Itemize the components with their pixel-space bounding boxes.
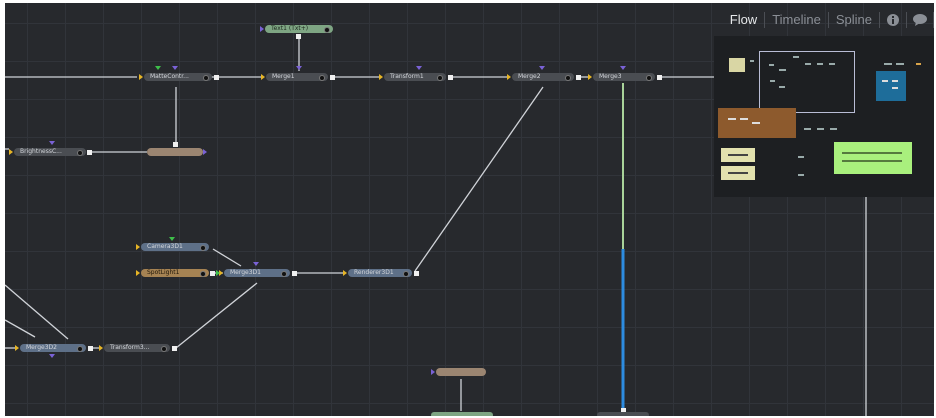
node-merge3d2[interactable]: Merge3D2 (20, 344, 86, 352)
wire-in-merge3d2-a (5, 284, 69, 340)
wire-camera-to-merge3d1 (212, 248, 242, 267)
wire-renderer-to-merge2 (414, 86, 544, 272)
node-transform1[interactable]: Transform1 (384, 73, 446, 81)
node-transform3d[interactable]: Transform3... (104, 344, 170, 352)
wire-transform3d-to-merge3d1 (175, 282, 258, 349)
node-merge2[interactable]: Merge2 (512, 73, 574, 81)
speech-bubble-icon[interactable] (907, 9, 933, 31)
tab-flow[interactable]: Flow (723, 9, 764, 31)
node-renderer3d1[interactable]: Renderer3D1 (348, 269, 412, 277)
node-camera3d1[interactable]: Camera3D1 (141, 243, 209, 251)
info-icon[interactable] (880, 9, 906, 31)
node-collapsed-tan[interactable] (147, 148, 203, 156)
node-brightness-contrast[interactable]: BrightnessC... (14, 148, 86, 156)
flow-canvas[interactable]: Text1 (Txt+) MatteContr... Merge1 Transf… (5, 3, 934, 416)
wire-in-merge3d2-b (5, 319, 36, 338)
node-text1[interactable]: Text1 (Txt+) (265, 25, 333, 33)
node-merge3d1[interactable]: Merge3D1 (224, 269, 290, 277)
tab-spline[interactable]: Spline (829, 9, 879, 31)
tab-separator (933, 12, 934, 28)
node-matte-control[interactable]: MatteContr... (144, 73, 212, 81)
tab-timeline[interactable]: Timeline (765, 9, 828, 31)
node-bottom-tan[interactable] (436, 368, 486, 376)
node-spotlight1[interactable]: SpotLight1 (141, 269, 209, 277)
flow-navigator[interactable] (714, 36, 934, 197)
node-merge3[interactable]: Merge3 (593, 73, 655, 81)
navigator-viewport[interactable] (759, 51, 855, 113)
node-merge1[interactable]: Merge1 (266, 73, 328, 81)
view-tabs: Flow Timeline Spline (723, 9, 934, 31)
